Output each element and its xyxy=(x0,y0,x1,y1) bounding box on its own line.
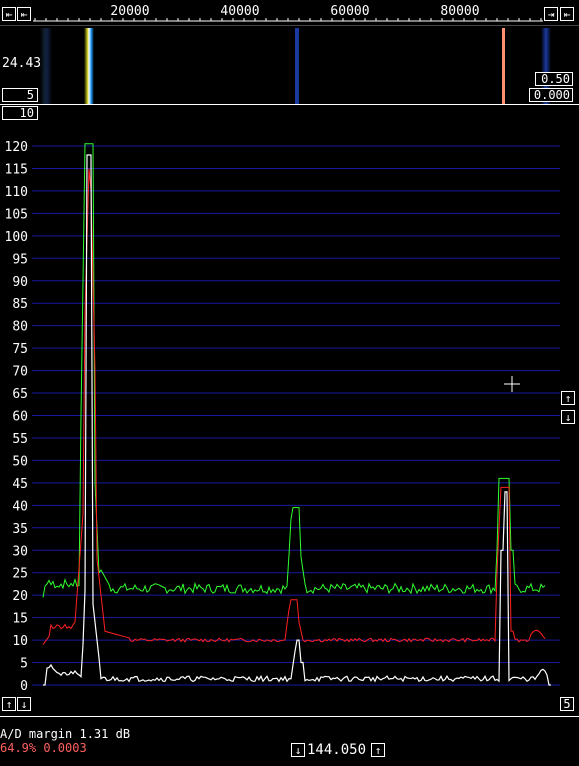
ad-margin-text: A/D margin 1.31 dB xyxy=(0,727,131,741)
y-tick-label: 35 xyxy=(12,522,28,537)
waterfall-left-box[interactable]: 5 xyxy=(2,88,38,102)
frequency-scale xyxy=(33,18,543,22)
arrow-down-icon: ↓ xyxy=(564,411,572,424)
waterfall-contrast-box[interactable]: 0.50 xyxy=(535,72,573,86)
y-tick-label: 50 xyxy=(12,454,28,469)
waterfall-gain-value: 24.43 xyxy=(2,56,42,71)
bottom-right-value-box[interactable]: 5 xyxy=(560,697,574,711)
waterfall-trace xyxy=(295,28,299,104)
arrow-up-icon: ↑ xyxy=(374,744,382,757)
y-tick-label: 0 xyxy=(20,679,28,694)
freq-tick-60000: 60000 xyxy=(330,4,370,19)
freq-tick-80000: 80000 xyxy=(440,4,480,19)
y-tick-label: 40 xyxy=(12,499,28,514)
y-tick-label: 10 xyxy=(12,634,28,649)
freq-up-button[interactable]: ↑ xyxy=(371,743,385,757)
spectrum-scroll-down-button[interactable]: ↓ xyxy=(561,410,575,424)
bottom-down-button[interactable]: ↓ xyxy=(17,697,31,711)
spectrum-scale-box[interactable]: 10 xyxy=(2,106,38,120)
y-tick-label: 110 xyxy=(5,185,28,200)
y-tick-label: 65 xyxy=(12,387,28,402)
divider xyxy=(0,104,579,105)
y-tick-label: 20 xyxy=(12,589,28,604)
y-tick-label: 70 xyxy=(12,365,28,380)
crosshair-cursor xyxy=(504,376,520,392)
y-tick-label: 100 xyxy=(5,230,28,245)
y-tick-label: 85 xyxy=(12,297,28,312)
y-tick-label: 30 xyxy=(12,544,28,559)
freq-down-button[interactable]: ↓ xyxy=(291,743,305,757)
y-tick-label: 115 xyxy=(5,162,28,177)
y-tick-label: 15 xyxy=(12,612,28,627)
y-tick-label: 60 xyxy=(12,410,28,425)
arrow-down-icon: ↓ xyxy=(294,744,302,757)
white-trace xyxy=(43,154,551,686)
freq-tick-40000: 40000 xyxy=(220,4,260,19)
waterfall-trace xyxy=(502,28,505,104)
y-tick-label: 75 xyxy=(12,342,28,357)
y-tick-label: 105 xyxy=(5,207,28,222)
spectrum-scroll-up-button[interactable]: ↑ xyxy=(561,391,575,405)
bottom-up-button[interactable]: ↑ xyxy=(2,697,16,711)
arrow-up-icon: ↑ xyxy=(5,698,13,711)
y-tick-label: 80 xyxy=(12,320,28,335)
y-tick-label: 90 xyxy=(12,275,28,290)
waterfall-trace xyxy=(40,28,52,104)
y-tick-label: 55 xyxy=(12,432,28,447)
freq-tick-20000: 20000 xyxy=(110,4,150,19)
stats-text: 64.9% 0.0003 xyxy=(0,741,87,755)
waterfall-trace xyxy=(84,28,94,104)
y-tick-label: 5 xyxy=(20,657,28,672)
bottom-divider xyxy=(0,716,579,717)
y-tick-label: 25 xyxy=(12,567,28,582)
arrow-up-icon: ↑ xyxy=(564,392,572,405)
waterfall-brightness-box[interactable]: 0.000 xyxy=(529,88,573,102)
y-tick-label: 120 xyxy=(5,140,28,155)
y-tick-label: 45 xyxy=(12,477,28,492)
frequency-display[interactable]: 144.050 xyxy=(307,742,366,758)
spectrum-plot[interactable]: 1201151101051009590858075706560555045403… xyxy=(0,120,579,720)
arrow-down-icon: ↓ xyxy=(20,698,28,711)
y-tick-label: 95 xyxy=(12,252,28,267)
